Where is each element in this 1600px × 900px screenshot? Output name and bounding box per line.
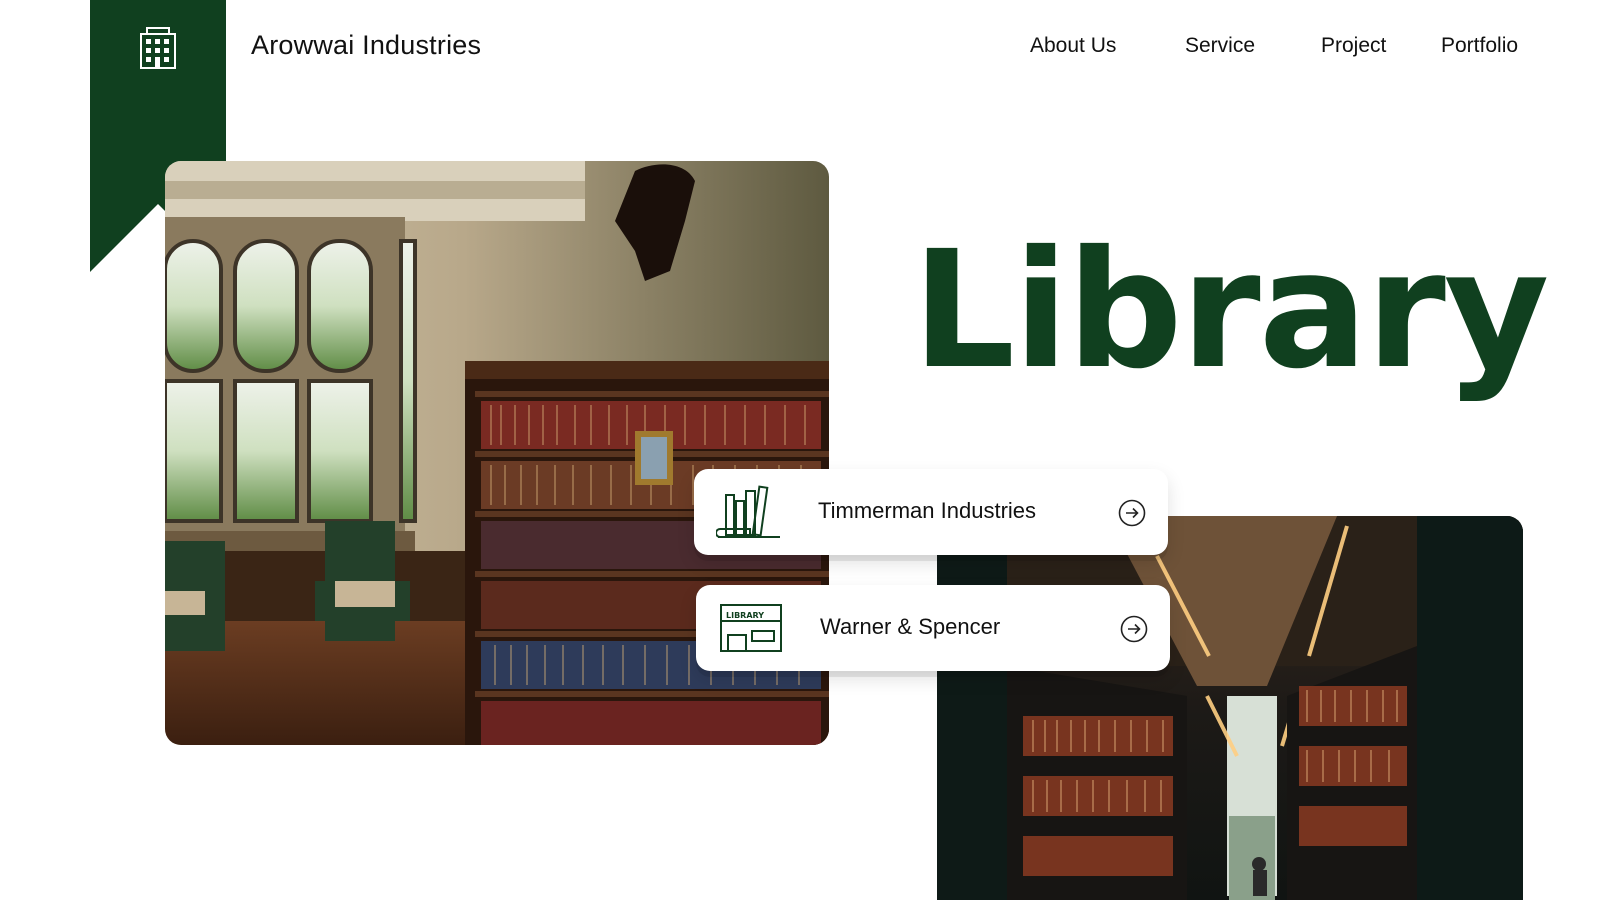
card-label: Timmerman Industries: [818, 498, 1037, 523]
library-building-icon: LIBRARY: [720, 604, 782, 652]
svg-text:LIBRARY: LIBRARY: [726, 611, 764, 620]
nav-project[interactable]: Project: [1321, 34, 1386, 58]
card-timmerman-industries[interactable]: Timmerman Industries: [694, 469, 1168, 555]
nav-service[interactable]: Service: [1185, 34, 1255, 58]
card-warner-spencer[interactable]: LIBRARY Warner & Spencer: [696, 585, 1170, 671]
arrow-right-icon[interactable]: [1118, 499, 1146, 527]
card-label: Warner & Spencer: [820, 614, 1001, 639]
books-icon: [716, 485, 780, 538]
arrow-right-icon[interactable]: [1120, 615, 1148, 643]
nav-about-us[interactable]: About Us: [1030, 34, 1116, 58]
page-title: Library: [912, 217, 1549, 405]
brand-name: Arowwai Industries: [251, 30, 482, 60]
building-icon: [140, 27, 176, 69]
nav-portfolio[interactable]: Portfolio: [1441, 34, 1518, 58]
library-aisle-photo: [937, 516, 1523, 900]
